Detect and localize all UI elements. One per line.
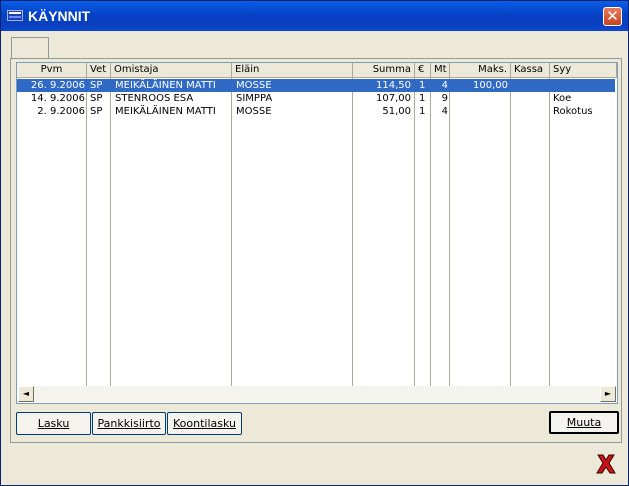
scroll-right-button[interactable]: ► [600, 386, 616, 402]
cell-kassa [511, 92, 549, 105]
cell-elain: SIMPPA [236, 93, 273, 104]
col-divider [449, 78, 450, 387]
window-title: KÄYNNIT [28, 8, 91, 24]
cell-omistaja: MEIKÄLÄINEN MATTI [115, 106, 216, 117]
table-row[interactable]: 14. 9.2006 SP STENROOS ESA SIMPPA 107,00… [17, 92, 615, 105]
table-row[interactable]: 26. 9.2006 SP MEIKÄLÄINEN MATTI MOSSE 11… [17, 79, 615, 92]
col-header-mt[interactable]: Mt [431, 63, 450, 78]
col-header-summa[interactable]: Summa [353, 63, 415, 78]
arrow-right-icon: ► [604, 389, 612, 398]
cell-kassa [511, 105, 549, 118]
cell-omistaja: MEIKÄLÄINEN MATTI [115, 80, 216, 91]
col-header-maks[interactable]: Maks. [450, 63, 511, 78]
cell-syy: Rokotus [553, 106, 593, 117]
cell-summa: 51,00 [382, 106, 411, 117]
col-header-pvm[interactable]: Pvm [17, 63, 87, 78]
muuta-button[interactable]: Muuta [549, 411, 619, 434]
cell-eur: 1 [419, 106, 426, 117]
close-button[interactable]: ✕ [603, 7, 622, 26]
col-divider [430, 78, 431, 387]
cell-maks: 100,00 [473, 80, 508, 91]
col-divider [231, 78, 232, 387]
cell-syy: Koe [553, 93, 572, 104]
scroll-left-button[interactable]: ◄ [18, 386, 34, 402]
col-divider [86, 78, 87, 387]
list-header: Pvm Vet Omistaja Eläin Summa € Mt Maks. … [17, 63, 617, 78]
title-bar[interactable]: KÄYNNIT ✕ [1, 1, 628, 31]
cell-summa: 114,50 [376, 80, 411, 91]
col-divider [549, 78, 550, 387]
arrow-left-icon: ◄ [22, 389, 30, 398]
cell-vet: SP [90, 93, 103, 104]
visits-list[interactable]: Pvm Vet Omistaja Eläin Summa € Mt Maks. … [16, 62, 618, 404]
exit-icon[interactable] [594, 452, 618, 476]
cell-pvm: 26. 9.2006 [30, 80, 85, 91]
cell-pvm: 2. 9.2006 [37, 106, 85, 117]
cell-maks [450, 105, 510, 118]
koontilasku-button[interactable]: Koontilasku [167, 412, 242, 435]
close-icon: ✕ [606, 7, 619, 25]
tab-main[interactable] [11, 37, 49, 59]
app-icon [7, 10, 23, 21]
cell-pvm: 14. 9.2006 [30, 93, 85, 104]
cell-mt: 4 [441, 80, 448, 91]
cell-syy [551, 79, 615, 92]
cell-elain: MOSSE [236, 106, 272, 117]
cell-vet: SP [90, 80, 103, 91]
cell-mt: 9 [441, 93, 448, 104]
col-divider [110, 78, 111, 387]
cell-elain: MOSSE [236, 80, 272, 91]
col-divider [352, 78, 353, 387]
horizontal-scrollbar[interactable]: ◄ ► [18, 386, 616, 402]
col-header-omistaja[interactable]: Omistaja [111, 63, 232, 78]
cell-eur: 1 [419, 93, 426, 104]
lasku-button[interactable]: Lasku [16, 412, 91, 435]
col-header-kassa[interactable]: Kassa [511, 63, 550, 78]
col-header-syy[interactable]: Syy [550, 63, 617, 78]
table-row[interactable]: 2. 9.2006 SP MEIKÄLÄINEN MATTI MOSSE 51,… [17, 105, 615, 118]
pankkisiirto-button[interactable]: Pankkisiirto [92, 412, 166, 435]
cell-kassa [511, 79, 549, 92]
cell-mt: 4 [441, 106, 448, 117]
cell-eur: 1 [419, 80, 426, 91]
cell-summa: 107,00 [376, 93, 411, 104]
col-header-elain[interactable]: Eläin [232, 63, 353, 78]
cell-vet: SP [90, 106, 103, 117]
cell-omistaja: STENROOS ESA [115, 93, 194, 104]
col-divider [510, 78, 511, 387]
col-header-eur[interactable]: € [415, 63, 431, 78]
col-divider [414, 78, 415, 387]
window: KÄYNNIT ✕ Pvm Vet Omistaja Eläin Summa €… [0, 0, 629, 486]
col-header-vet[interactable]: Vet [87, 63, 111, 78]
cell-maks [450, 92, 510, 105]
